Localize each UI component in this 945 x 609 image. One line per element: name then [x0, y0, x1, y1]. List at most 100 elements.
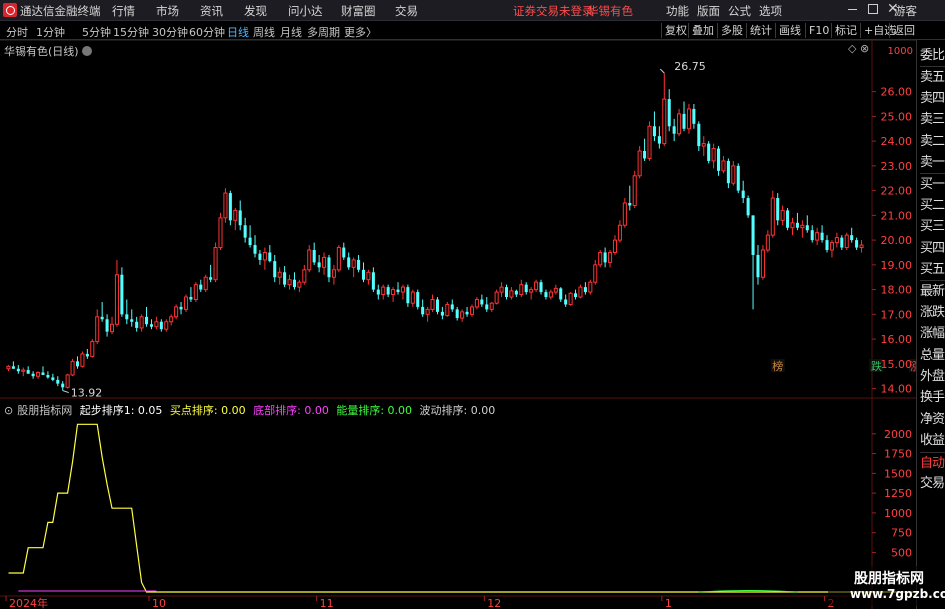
period-multi[interactable]: 多周期 [307, 24, 340, 40]
side-tab-14[interactable]: 总量 [920, 345, 945, 366]
side-tab-2[interactable]: 卖四 [920, 88, 945, 109]
indicator-bodong: 波动排序: 0.00 [419, 404, 496, 417]
candle-body [292, 279, 296, 288]
side-tab-6[interactable]: 买一 [920, 173, 945, 194]
candle-body [529, 289, 534, 293]
period-more[interactable]: 更多 [344, 24, 366, 40]
side-tab-12[interactable]: 涨跌 [920, 302, 945, 323]
candle-body [85, 353, 89, 357]
candle-body [786, 210, 790, 228]
indicator-toggle-icon[interactable]: ⊙ [4, 404, 13, 417]
indicator-line-qibu [8, 423, 916, 593]
candle-body [95, 316, 100, 343]
side-tab-11[interactable]: 最新 [920, 280, 945, 301]
side-tab-20[interactable]: 交易 [920, 473, 945, 494]
btn-duogu[interactable]: 多股 [717, 23, 746, 38]
candle-body [583, 287, 587, 293]
candle-body [262, 251, 267, 261]
btn-f10[interactable]: F10 [805, 23, 832, 38]
period-1min[interactable]: 1分钟 [36, 24, 65, 40]
period-fenshi[interactable]: 分时 [6, 24, 28, 40]
candle-body [711, 148, 716, 162]
menu-gongneng[interactable]: 功能 [666, 3, 689, 19]
btn-diejia[interactable]: 叠加 [688, 23, 717, 38]
menu-zixun[interactable]: 资讯 [200, 3, 223, 19]
indicator-header: ⊙ 股朋指标网 起步排序1: 0.05 买点排序: 0.00 底部排序: 0.00… [4, 402, 499, 418]
chart-title: 华锡有色(日线) [4, 43, 92, 59]
menu-xuanxiang[interactable]: 选项 [759, 3, 782, 19]
btn-biaoji[interactable]: 标记 [831, 23, 860, 38]
kline-chart[interactable]: 26.7513.92榜跌涨财 14.0015.0016.0017.0018.00… [0, 40, 916, 609]
period-monthly[interactable]: 月线 [280, 24, 302, 40]
watermark-title: 股朋指标网 [854, 571, 924, 587]
btn-fuquan[interactable]: 复权 [661, 23, 690, 38]
side-tab-0[interactable]: 委比 [920, 45, 945, 66]
chart-menu-icon[interactable] [81, 46, 92, 56]
period-weekly[interactable]: 周线 [253, 24, 275, 40]
candle-body [120, 274, 124, 315]
trade-login-status[interactable]: 证券交易未登录 [513, 3, 594, 19]
side-tab-16[interactable]: 换手 [920, 387, 945, 408]
candle-body [287, 279, 292, 286]
candle-body [637, 150, 642, 177]
menu-caifuquan[interactable]: 财富圈 [341, 3, 376, 19]
btn-tongji[interactable]: 统计 [746, 23, 775, 38]
candle-body [376, 289, 380, 295]
candle-body [834, 237, 839, 244]
menu-gongshi[interactable]: 公式 [728, 3, 751, 19]
candle-body [686, 108, 691, 130]
side-tab-7[interactable]: 买二 [920, 195, 945, 216]
side-tab-4[interactable]: 卖二 [920, 131, 945, 152]
candle-body [149, 324, 153, 327]
menu-banmian[interactable]: 版面 [697, 3, 720, 19]
candle-body [46, 374, 50, 378]
side-tab-17[interactable]: 净资 [920, 409, 945, 430]
candle-body [425, 308, 430, 315]
side-tab-1[interactable]: 卖五 [920, 66, 945, 87]
candle-body [850, 235, 854, 241]
side-tab-3[interactable]: 卖三 [920, 109, 945, 130]
minimize-icon[interactable] [848, 9, 857, 10]
side-tab-10[interactable]: 买五 [920, 259, 945, 280]
btn-back[interactable]: 返回 [889, 23, 918, 38]
candle-body [559, 288, 563, 300]
side-tab-5[interactable]: 卖一 [920, 152, 945, 173]
side-tab-8[interactable]: 买三 [920, 216, 945, 237]
side-tab-18[interactable]: 收益 [920, 430, 945, 451]
candle-body [139, 316, 144, 329]
side-tab-19[interactable]: 自动 [920, 451, 945, 473]
menu-hangqing[interactable]: 行情 [112, 3, 135, 19]
period-5min[interactable]: 5分钟 [82, 24, 111, 40]
maximize-icon[interactable] [868, 4, 878, 14]
period-60min[interactable]: 60分钟 [189, 24, 225, 40]
period-30min[interactable]: 30分钟 [152, 24, 188, 40]
candle-body [322, 256, 327, 268]
y-tick-label: 18.00 [881, 284, 913, 297]
side-tab-13[interactable]: 涨幅 [920, 323, 945, 344]
candle-body [494, 291, 499, 304]
menu-wenxiaoda[interactable]: 问小达 [288, 3, 323, 19]
candle-body [652, 126, 656, 137]
menu-shichang[interactable]: 市场 [156, 3, 179, 19]
y-tick-label: 22.00 [881, 185, 913, 198]
candle-body [489, 302, 494, 310]
candle-body [701, 143, 706, 147]
period-15min[interactable]: 15分钟 [113, 24, 149, 40]
candle-body [273, 261, 277, 278]
candle-body [421, 306, 425, 315]
y-tick-label: 16.00 [881, 333, 913, 346]
menu-faxian[interactable]: 发现 [244, 3, 267, 19]
side-tab-9[interactable]: 买四 [920, 238, 945, 259]
ind-y-tick-label: 1250 [884, 487, 912, 500]
more-chevron-icon[interactable]: 〉 [366, 24, 377, 40]
candle-body [485, 304, 489, 310]
menu-jiaoyi[interactable]: 交易 [395, 3, 418, 19]
candle-body [844, 234, 849, 249]
user-label[interactable]: 游客 [894, 3, 917, 19]
btn-huaxian[interactable]: 画线 [775, 23, 804, 38]
y-tick-label: 21.00 [881, 209, 913, 222]
indicator-name[interactable]: 股朋指标网 [17, 404, 72, 417]
period-daily[interactable]: 日线 [227, 24, 249, 40]
side-tab-15[interactable]: 外盘 [920, 366, 945, 387]
chart-controls-icon[interactable]: ◇ ⊗ [848, 42, 869, 55]
